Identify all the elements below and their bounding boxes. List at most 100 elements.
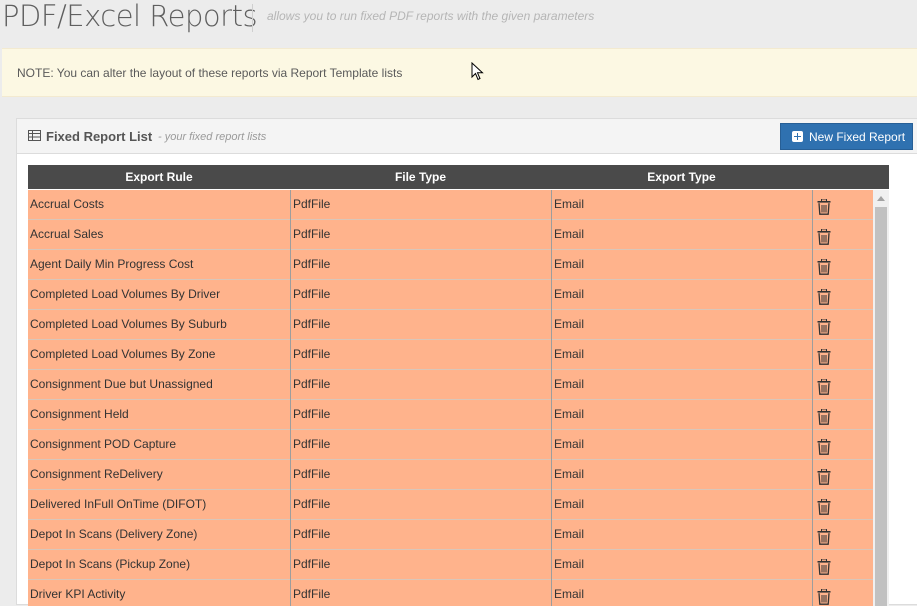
export-rule-cell: Accrual Sales [30,227,104,241]
table-row[interactable]: Consignment ReDelivery PdfFile Email [28,460,873,490]
export-type-cell: Email [551,250,812,280]
actions-cell [812,430,873,460]
trash-icon[interactable] [817,407,831,425]
file-type-cell: PdfFile [290,460,551,490]
column-header-export-type[interactable]: Export Type [551,170,812,184]
title-divider [252,4,253,32]
table-row[interactable]: Depot In Scans (Pickup Zone) PdfFile Email [28,550,873,580]
file-type-cell: PdfFile [290,370,551,400]
export-type-cell: Email [551,460,812,490]
table-row[interactable]: Consignment POD Capture PdfFile Email [28,430,873,460]
file-type-cell: PdfFile [290,400,551,430]
export-type-cell: Email [551,550,812,580]
actions-cell [812,520,873,550]
trash-icon[interactable] [817,347,831,365]
table-row[interactable]: Depot In Scans (Delivery Zone) PdfFile Ema… [28,520,873,550]
trash-icon[interactable] [817,377,831,395]
file-type-cell: PdfFile [290,280,551,310]
actions-cell [812,580,873,606]
trash-icon[interactable] [817,317,831,335]
file-type-cell: PdfFile [290,580,551,606]
actions-cell [812,550,873,580]
column-header-file-type[interactable]: File Type [290,170,551,184]
actions-cell [812,400,873,430]
file-type-cell: PdfFile [290,430,551,460]
table-row[interactable]: Completed Load Volumes By Driver PdfFile E… [28,280,873,310]
file-type-cell: PdfFile [290,220,551,250]
page-header: PDF/Excel Reports allows you to run fixe… [0,0,917,44]
note-text: NOTE: You can alter the layout of these … [17,66,403,80]
table-row[interactable]: Completed Load Volumes By Suburb PdfFile E… [28,310,873,340]
note-banner: NOTE: You can alter the layout of these … [2,48,917,97]
grid-body: Accrual Costs PdfFile Email Accrual Sales Pd… [28,190,873,606]
plus-square-icon [792,131,803,142]
trash-icon[interactable] [817,587,831,605]
trash-icon[interactable] [817,287,831,305]
report-grid: Export Rule File Type Export Type Accrua… [28,165,889,606]
actions-cell [812,190,873,220]
file-type-cell: PdfFile [290,520,551,550]
export-type-cell: Email [551,370,812,400]
panel-header: Fixed Report List - your fixed report li… [17,119,917,154]
trash-icon[interactable] [817,437,831,455]
fixed-report-panel: Fixed Report List - your fixed report li… [16,118,917,606]
actions-cell [812,250,873,280]
column-header-export-rule[interactable]: Export Rule [28,170,290,184]
actions-cell [812,490,873,520]
trash-icon[interactable] [817,467,831,485]
trash-icon[interactable] [817,227,831,245]
file-type-cell: PdfFile [290,250,551,280]
export-type-cell: Email [551,430,812,460]
page-title: PDF/Excel Reports [2,0,258,33]
actions-cell [812,460,873,490]
table-row[interactable]: Agent Daily Min Progress Cost PdfFile Emai… [28,250,873,280]
export-rule-cell: Agent Daily Min Progress Cost [30,257,194,271]
file-type-cell: PdfFile [290,310,551,340]
trash-icon[interactable] [817,557,831,575]
export-type-cell: Email [551,190,812,220]
export-rule-cell: Accrual Costs [30,197,105,211]
table-row[interactable]: Consignment Held PdfFile Email [28,400,873,430]
trash-icon[interactable] [817,257,831,275]
mouse-cursor-icon [471,62,484,81]
trash-icon[interactable] [817,527,831,545]
actions-cell [812,340,873,370]
new-fixed-report-button[interactable]: New Fixed Report [780,123,913,150]
table-row[interactable]: Consignment Due but Unassigned PdfFile Ema… [28,370,873,400]
export-type-cell: Email [551,280,812,310]
export-rule-cell: Completed Load Volumes By Driver [30,287,221,301]
export-type-cell: Email [551,220,812,250]
file-type-cell: PdfFile [290,550,551,580]
actions-cell [812,280,873,310]
export-rule-cell: Consignment ReDelivery [30,467,163,481]
actions-cell [812,220,873,250]
table-row[interactable]: Delivered InFull OnTime (DIFOT) PdfFile Em… [28,490,873,520]
export-type-cell: Email [551,400,812,430]
file-type-cell: PdfFile [290,490,551,520]
table-row[interactable]: Driver KPI Activity PdfFile Email [28,580,873,606]
trash-icon[interactable] [817,197,831,215]
panel-title: Fixed Report List [46,129,153,144]
export-type-cell: Email [551,310,812,340]
export-rule-cell: Consignment Held [30,407,129,421]
export-rule-cell: Depot In Scans (Pickup Zone) [30,557,191,571]
export-rule-cell: Driver KPI Activity [30,587,126,601]
export-rule-cell: Completed Load Volumes By Suburb [30,317,227,331]
export-rule-cell: Consignment Due but Unassigned [30,377,213,391]
table-row[interactable]: Accrual Sales PdfFile Email [28,220,873,250]
file-type-cell: PdfFile [290,190,551,220]
panel-subtitle: - your fixed report lists [158,131,267,143]
table-row[interactable]: Completed Load Volumes By Zone PdfFile Ema… [28,340,873,370]
scrollbar-thumb[interactable] [875,207,887,606]
scroll-up-arrow-icon[interactable] [877,196,885,201]
table-row[interactable]: Accrual Costs PdfFile Email [28,190,873,220]
export-type-cell: Email [551,340,812,370]
export-rule-cell: Consignment POD Capture [30,437,177,451]
export-rule-cell: Completed Load Volumes By Zone [30,347,216,361]
table-icon [28,130,41,141]
export-type-cell: Email [551,520,812,550]
file-type-cell: PdfFile [290,340,551,370]
trash-icon[interactable] [817,497,831,515]
vertical-scrollbar[interactable] [873,190,889,606]
export-type-cell: Email [551,490,812,520]
